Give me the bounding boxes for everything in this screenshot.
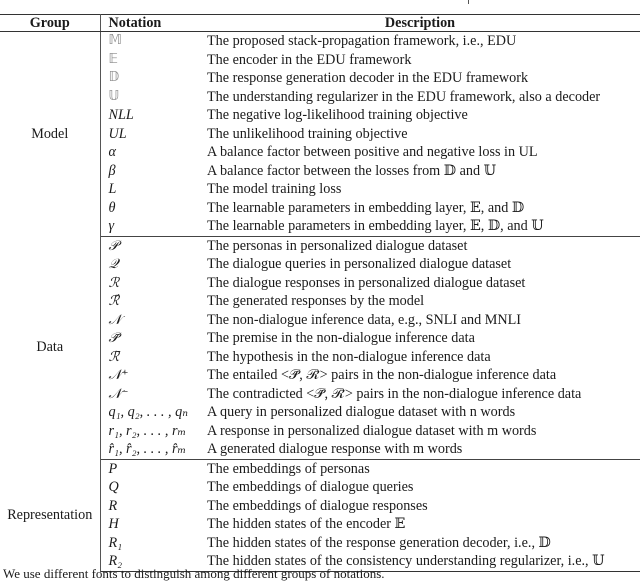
cropped-text-fragment (468, 0, 469, 4)
notation-cell: R (108, 497, 118, 514)
notation-cell: 𝒫 (108, 237, 119, 254)
description-cell: The embeddings of dialogue responses (207, 497, 428, 514)
description-cell: The personas in personalized dialogue da… (207, 237, 468, 254)
description-cell: The response generation decoder in the E… (207, 70, 529, 86)
notation-table: Group Notation Description Model 𝕄 The pro… (0, 14, 640, 572)
description-cell: The model training loss (207, 181, 342, 197)
notation-cell: 𝕄 (108, 33, 122, 48)
notation-cell: H (108, 516, 119, 532)
notation-cell: L (108, 181, 117, 197)
description-cell: The generated responses by the model (207, 293, 425, 309)
description-cell: The learnable parameters in embedding la… (207, 199, 525, 216)
notation-cell: γ (100, 217, 200, 237)
notation-cell: 𝔼 (108, 51, 118, 67)
header-notation: Notation (100, 14, 200, 32)
description-cell: A balance factor between the losses from… (207, 162, 497, 179)
notation-cell: θ (108, 199, 116, 216)
description-cell: The dialogue responses in personalized d… (207, 274, 526, 291)
description-cell: A response in personalized dialogue data… (207, 422, 537, 439)
notation-cell: ℛ (108, 274, 120, 291)
table-body: Model 𝕄 The proposed stack-propagation fra… (0, 31, 640, 572)
notation-cell: 𝕌 (108, 88, 120, 104)
notation-cell: P (108, 460, 118, 477)
description-cell: The negative log-likelihood training obj… (207, 107, 468, 123)
notation-cell: 𝒩⁻ (108, 385, 129, 402)
description-cell: The encoder in the EDU framework (207, 51, 412, 68)
table-caption: We use different fonts to distinguish am… (3, 566, 385, 581)
notation-cell: Q (108, 479, 119, 495)
notation-cell: NLL (108, 107, 134, 123)
description-cell: The unlikelihood training objective (207, 125, 408, 142)
notation-cell: β (108, 162, 116, 179)
notation-cell: r̂₁, r̂₂, . . . , r̂ₘ (100, 440, 200, 460)
notation-cell: UL (108, 125, 127, 142)
description-cell: A query in personalized dialogue dataset… (207, 404, 516, 420)
group-label-model: Model (0, 31, 101, 236)
header-row: Group Notation Description (0, 14, 640, 32)
notation-cell: α (108, 144, 116, 160)
description-cell: The entailed <𝒫̄, ℛ̄> pairs in the non-d… (207, 367, 557, 383)
table-header: Group Notation Description (0, 14, 640, 32)
header-group: Group (0, 14, 101, 32)
description-cell: A balance factor between positive and ne… (207, 144, 538, 160)
description-cell: The learnable parameters in embedding la… (200, 217, 640, 237)
notation-cell: q₁, q₂, . . . , qₙ (108, 404, 188, 420)
notation-cell: r₁, r₂, . . . , rₘ (108, 422, 187, 439)
table-row: Representation P The embeddings of persona… (0, 459, 640, 571)
description-cell: The understanding regularizer in the EDU… (207, 88, 601, 105)
table-row: Data 𝒫 The personas in personalized dialog… (0, 236, 640, 459)
description-cell: The embeddings of dialogue queries (207, 479, 414, 495)
description-cell: The hypothesis in the non-dialogue infer… (207, 348, 491, 365)
description-cell: The premise in the non-dialogue inferenc… (207, 330, 475, 346)
notation-cell: 𝒫̄ (108, 330, 119, 346)
notation-cell: 𝔻 (108, 70, 120, 85)
notation-cell: ℛ̄ (108, 348, 120, 365)
notation-cell: ℛ̂ (108, 293, 120, 309)
description-cell: The proposed stack-propagation framework… (207, 33, 517, 49)
description-cell: The contradicted <𝒫̄, ℛ̄> pairs in the n… (207, 385, 582, 402)
group-label-representation: Representation (0, 459, 101, 571)
notation-cell: R₁ (108, 534, 123, 551)
description-cell: The dialogue queries in personalized dia… (207, 256, 512, 272)
header-description: Description (200, 14, 640, 32)
description-cell: The hidden states of the response genera… (207, 534, 551, 551)
description-cell: The hidden states of the encoder 𝔼 (207, 516, 406, 532)
description-cell: A generated dialogue response with m wor… (200, 440, 640, 460)
table-row: Model 𝕄 The proposed stack-propagation fra… (0, 31, 640, 236)
group-label-data: Data (0, 236, 101, 459)
description-cell: The non-dialogue inference data, e.g., S… (207, 311, 521, 328)
description-cell: The embeddings of personas (207, 460, 370, 477)
notation-cell: 𝒬 (108, 256, 119, 272)
notation-cell: 𝒩⁺ (108, 367, 129, 383)
notation-cell: 𝒩 (108, 311, 122, 328)
